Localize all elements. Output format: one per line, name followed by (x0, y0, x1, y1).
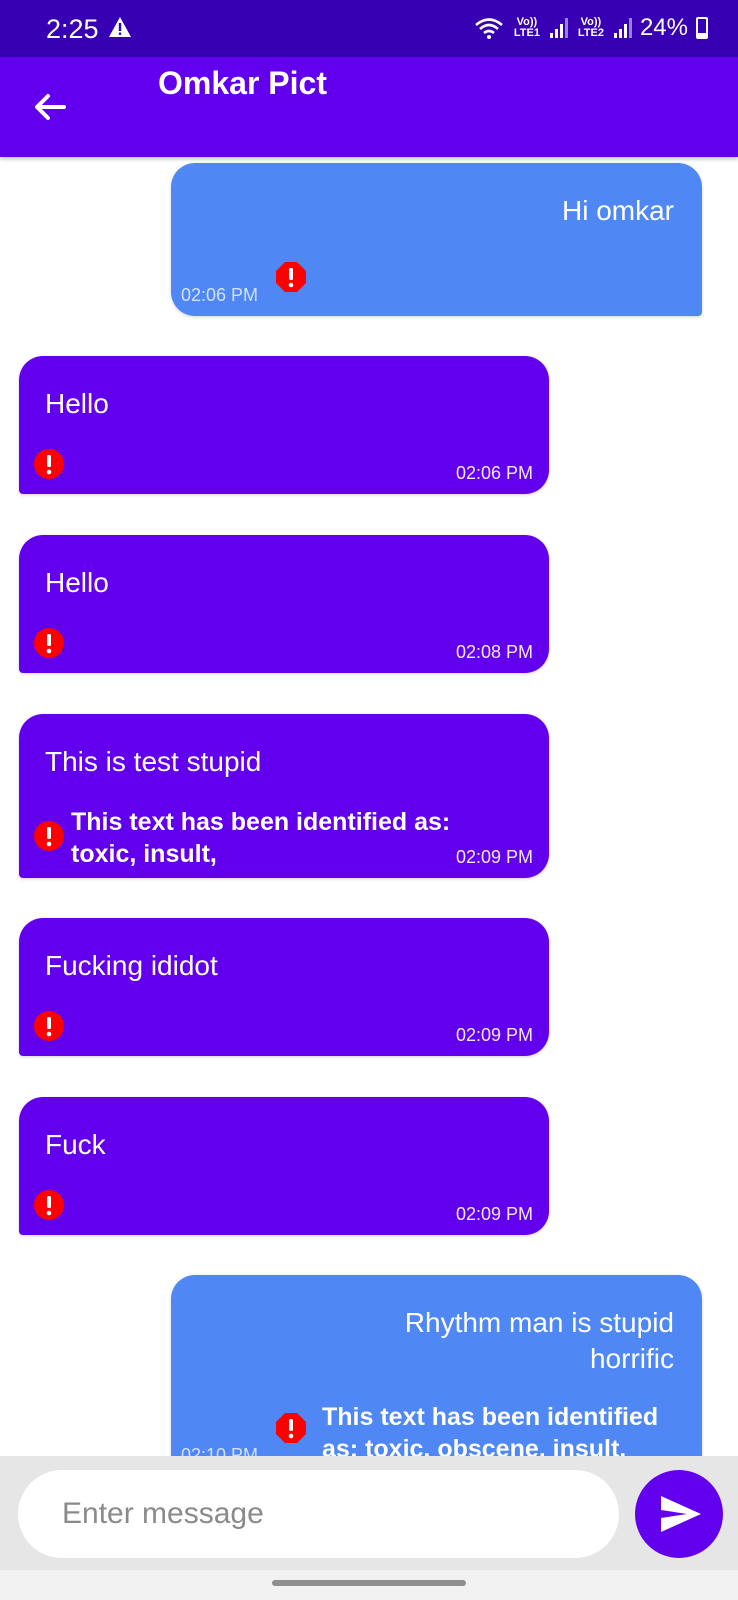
status-bar: 2:25 Vo)) LTE1 Vo)) LTE2 24% (0, 0, 738, 57)
system-nav-area (0, 1570, 738, 1600)
alert-icon (34, 449, 64, 479)
arrow-left-icon[interactable] (30, 87, 70, 127)
chat-title: Omkar Pict (158, 65, 327, 101)
send-icon (661, 1496, 701, 1532)
alert-icon (276, 1413, 306, 1443)
message-text: Hi omkar (561, 195, 674, 226)
alert-icon (34, 1011, 64, 1041)
message-input[interactable] (18, 1470, 619, 1558)
sim2-network-label: Vo)) LTE2 (577, 16, 604, 39)
received-message[interactable]: Hello 02:08 PM (19, 535, 549, 673)
received-message[interactable]: Fucking ididot 02:09 PM (19, 918, 549, 1056)
alert-icon (276, 262, 306, 292)
message-time: 02:09 PM (455, 847, 533, 867)
toxicity-label: This text has been identified as: toxic,… (322, 1403, 659, 1456)
home-indicator[interactable] (272, 1580, 466, 1586)
message-text: Fuck (45, 1129, 106, 1160)
message-time: 02:08 PM (455, 642, 533, 662)
sent-message[interactable]: Rhythm man is stupid horrific This text … (171, 1275, 702, 1456)
message-time: 02:09 PM (455, 1204, 533, 1224)
warning-icon (109, 17, 131, 37)
message-text: Rhythm man is stupid horrific (404, 1307, 674, 1374)
message-time: 02:06 PM (455, 463, 533, 483)
wifi-icon (475, 18, 503, 39)
received-message[interactable]: This is test stupid This text has been i… (19, 714, 549, 878)
status-indicators: Vo)) LTE1 Vo)) LTE2 24% (474, 14, 708, 42)
message-time: 02:10 PM (181, 1445, 259, 1456)
received-message[interactable]: Hello 02:06 PM (19, 356, 549, 494)
alert-icon (34, 628, 64, 658)
message-time: 02:06 PM (181, 285, 259, 305)
received-message[interactable]: Fuck 02:09 PM (19, 1097, 549, 1235)
status-time: 2:25 (46, 14, 99, 44)
message-text: Fucking ididot (45, 950, 218, 981)
message-text: Hello (45, 388, 109, 419)
message-text: This is test stupid (45, 746, 262, 777)
app-bar: Omkar Pict (0, 57, 738, 157)
battery-percent: 24% (639, 14, 688, 41)
alert-icon (34, 1190, 64, 1220)
sim1-network-label: Vo)) LTE1 (513, 16, 540, 39)
signal-icon (613, 18, 632, 38)
message-composer (0, 1456, 738, 1570)
battery-icon (696, 17, 708, 39)
message-text: Hello (45, 567, 109, 598)
signal-icon (549, 18, 568, 38)
send-button[interactable] (635, 1470, 723, 1558)
toxicity-label: This text has been identified as: toxic,… (71, 808, 451, 868)
alert-icon (34, 821, 64, 851)
message-time: 02:09 PM (455, 1025, 533, 1045)
sent-message[interactable]: Hi omkar 02:06 PM (171, 163, 702, 316)
